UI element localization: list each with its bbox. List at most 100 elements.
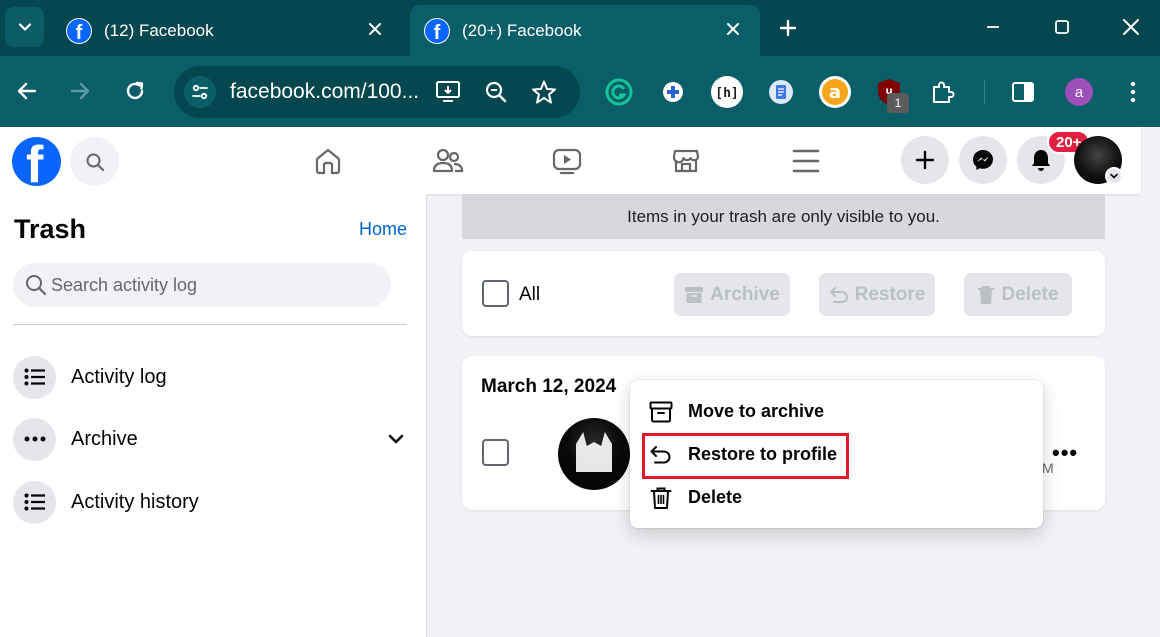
marketplace-icon: [672, 149, 700, 173]
trash-visibility-notice: Items in your trash are only visible to …: [462, 194, 1105, 239]
sidebar-item-activity-history[interactable]: Activity history: [13, 479, 413, 525]
toolbar-separator: [984, 80, 985, 104]
svg-text:a: a: [829, 82, 841, 103]
delete-button[interactable]: Delete: [964, 273, 1072, 316]
svg-text:[h]: [h]: [715, 86, 738, 101]
bell-icon: [1032, 150, 1050, 171]
close-window-button[interactable]: [1108, 8, 1154, 46]
browser-menu-button[interactable]: [1116, 75, 1150, 109]
restore-button-label: Restore: [854, 283, 926, 305]
menu-item-delete[interactable]: Delete: [630, 476, 1043, 519]
nav-video[interactable]: [547, 141, 587, 181]
profile-initial: a: [1065, 78, 1093, 106]
arrow-right-icon: [70, 82, 90, 100]
install-app-icon[interactable]: [434, 78, 462, 106]
new-tab-button[interactable]: [772, 12, 804, 44]
facebook-top-nav: f: [0, 127, 1141, 194]
browser-tab-active[interactable]: f (20+) Facebook: [410, 5, 760, 56]
item-checkbox[interactable]: [482, 439, 509, 466]
tab-title: (12) Facebook: [104, 20, 214, 40]
home-icon: [315, 148, 341, 175]
nav-marketplace[interactable]: [666, 141, 706, 181]
reload-icon: [126, 81, 144, 100]
messenger-button[interactable]: [959, 136, 1007, 184]
tab-title: (20+) Facebook: [462, 20, 582, 40]
search-icon: [26, 275, 47, 296]
tab-close-icon[interactable]: [364, 18, 386, 40]
archive-box-icon: [648, 399, 674, 425]
maximize-button[interactable]: [1039, 8, 1085, 46]
extensions-puzzle-icon[interactable]: [926, 75, 960, 109]
forward-button[interactable]: [62, 73, 98, 109]
browser-toolbar: facebook.com/100... [h] a u a: [0, 56, 1160, 127]
activity-search-input[interactable]: [51, 263, 381, 307]
hamburger-icon: [792, 149, 820, 173]
tab-search-button[interactable]: [5, 7, 44, 47]
trash-icon: [648, 485, 674, 511]
plus-icon: [915, 150, 935, 170]
home-link[interactable]: Home: [359, 219, 407, 240]
post-author-avatar: [558, 418, 630, 490]
video-icon: [552, 148, 582, 175]
restore-highlight-annotation: [642, 433, 849, 479]
medical-cross-extension-icon[interactable]: [656, 75, 690, 109]
facebook-logo[interactable]: f: [12, 137, 61, 186]
select-all-label: All: [519, 284, 541, 305]
facebook-favicon-icon: f: [424, 17, 450, 44]
plus-icon: [779, 19, 797, 37]
reload-button[interactable]: [117, 73, 153, 109]
search-icon: [86, 153, 104, 171]
facebook-search-button[interactable]: [70, 137, 119, 186]
tab-close-icon[interactable]: [722, 18, 744, 40]
minimize-icon: [987, 26, 999, 28]
page-title: Trash: [14, 214, 87, 244]
delete-button-label: Delete: [1001, 283, 1059, 305]
bulk-actions-card: All Archive Restore Delete: [462, 251, 1105, 336]
trash-icon: [978, 285, 995, 304]
bookmark-star-icon[interactable]: [530, 78, 558, 106]
browser-profile-avatar[interactable]: a: [1062, 75, 1096, 109]
restore-arrow-icon: [829, 286, 848, 303]
nav-home[interactable]: [308, 141, 348, 181]
group-date-heading: March 12, 2024: [481, 376, 617, 397]
menu-item-label: Move to archive: [688, 401, 825, 421]
browser-tab-inactive[interactable]: f (12) Facebook: [52, 5, 402, 56]
address-bar[interactable]: facebook.com/100...: [174, 66, 580, 118]
select-all-checkbox[interactable]: [482, 280, 509, 307]
item-more-options-button[interactable]: •••: [1052, 440, 1078, 466]
list-icon: [13, 355, 56, 399]
url-text[interactable]: facebook.com/100...: [230, 80, 419, 104]
archive-button[interactable]: Archive: [674, 273, 790, 316]
document-extension-icon[interactable]: [764, 75, 798, 109]
back-button[interactable]: [9, 73, 45, 109]
activity-search-field[interactable]: [13, 263, 391, 307]
create-button[interactable]: [901, 136, 949, 184]
restore-button[interactable]: Restore: [819, 273, 935, 316]
sidebar-item-archive[interactable]: Archive: [13, 416, 413, 462]
side-panel-icon[interactable]: [1006, 75, 1040, 109]
chevron-down-icon: [18, 23, 31, 31]
arrow-left-icon: [17, 82, 37, 100]
account-chevron-icon[interactable]: [1105, 167, 1123, 185]
site-settings-icon[interactable]: [184, 76, 216, 108]
sidebar-item-label: Archive: [71, 427, 138, 450]
zoom-icon[interactable]: [482, 78, 510, 106]
chevron-down-icon[interactable]: [387, 430, 405, 448]
kebab-menu-icon: [1130, 81, 1136, 103]
sidebar: Trash Home Activity log Archive Activity…: [0, 194, 427, 637]
sidebar-item-label: Activity history: [71, 490, 199, 513]
sidebar-item-activity-log[interactable]: Activity log: [13, 354, 413, 400]
menu-item-move-to-archive[interactable]: Move to archive: [630, 390, 1043, 433]
messenger-icon: [973, 150, 993, 170]
menu-item-label: Delete: [688, 487, 743, 507]
nav-menu[interactable]: [786, 141, 826, 181]
close-icon: [1123, 19, 1139, 35]
grammarly-extension-icon[interactable]: [602, 75, 636, 109]
browser-tab-bar: f (12) Facebook f (20+) Facebook: [0, 0, 1160, 56]
archive-box-icon: [685, 286, 704, 303]
amazon-assistant-extension-icon[interactable]: a: [818, 75, 852, 109]
nav-friends[interactable]: [428, 141, 468, 181]
more-dots-icon: [13, 417, 56, 461]
hypothesis-extension-icon[interactable]: [h]: [710, 75, 744, 109]
minimize-button[interactable]: [970, 8, 1016, 46]
